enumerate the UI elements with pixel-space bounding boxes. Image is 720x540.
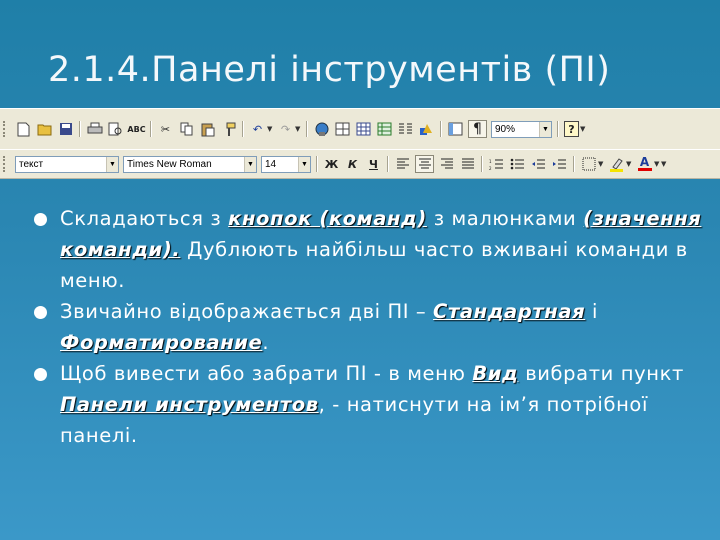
- spelling-icon[interactable]: ABC: [127, 121, 145, 137]
- align-left-icon[interactable]: [394, 156, 411, 172]
- decrease-indent-icon[interactable]: [530, 156, 547, 172]
- save-icon[interactable]: [57, 121, 74, 137]
- separator: [387, 156, 389, 172]
- format-painter-icon[interactable]: [220, 121, 237, 137]
- separator: [440, 121, 442, 137]
- align-center-icon[interactable]: [415, 155, 434, 173]
- highlight-icon[interactable]: [608, 156, 625, 172]
- show-hide-paragraph-icon[interactable]: ¶: [468, 120, 487, 138]
- print-preview-icon[interactable]: [107, 121, 124, 137]
- justify-icon[interactable]: [459, 156, 476, 172]
- bullet-text: Звичайно відображається дві ПІ –: [60, 300, 434, 323]
- drawing-icon[interactable]: [418, 121, 435, 137]
- font-color-swatch: [637, 168, 652, 171]
- bullet-text: Щоб вивести або забрати ПІ - в меню: [60, 362, 473, 385]
- svg-text:1: 1: [489, 159, 492, 164]
- font-size-select[interactable]: 14 ▼: [261, 155, 311, 173]
- emphasis-text: Форматирование: [60, 331, 263, 354]
- style-select[interactable]: текст ▼: [15, 155, 119, 173]
- highlight-dropdown-arrow[interactable]: ▼: [626, 160, 634, 168]
- separator: [150, 121, 152, 137]
- toolbar-options-arrow[interactable]: ▼: [661, 160, 669, 168]
- bullet-item: Звичайно відображається дві ПІ – Стандар…: [34, 296, 704, 358]
- open-folder-icon[interactable]: [36, 121, 53, 137]
- svg-text:2: 2: [489, 166, 492, 171]
- chevron-down-icon[interactable]: ▼: [244, 156, 256, 172]
- columns-icon[interactable]: [397, 121, 414, 137]
- font-size-value: 14: [265, 158, 277, 170]
- emphasis-text: Панели инструментов: [60, 393, 319, 416]
- new-document-icon[interactable]: [15, 121, 32, 137]
- align-right-icon[interactable]: [438, 156, 455, 172]
- help-icon[interactable]: ?: [564, 121, 579, 137]
- italic-button[interactable]: К: [344, 156, 361, 172]
- font-color-icon[interactable]: A: [636, 156, 653, 172]
- emphasis-text: Вид: [472, 362, 519, 385]
- bold-button[interactable]: Ж: [323, 156, 340, 172]
- increase-indent-icon[interactable]: [551, 156, 568, 172]
- formatting-toolbar: текст ▼ Times New Roman ▼ 14 ▼ Ж К Ч 1 2…: [0, 149, 720, 179]
- redo-icon[interactable]: ↷: [277, 121, 294, 137]
- redo-dropdown-arrow[interactable]: ▼: [295, 125, 303, 133]
- separator: [242, 121, 244, 137]
- bullet-text: вибрати пункт: [518, 362, 684, 385]
- chevron-down-icon[interactable]: ▼: [298, 156, 310, 172]
- tables-borders-icon[interactable]: [334, 121, 351, 137]
- numbering-icon[interactable]: 12: [488, 156, 505, 172]
- style-value: текст: [19, 158, 44, 170]
- undo-icon[interactable]: ↶: [249, 121, 266, 137]
- separator: [306, 121, 308, 137]
- bullet-dot: [34, 368, 47, 381]
- toolbar-grip[interactable]: [3, 121, 9, 137]
- standard-toolbar: ABC ✂ ↶ ▼ ↷ ▼ ¶ 90% ▼ ? ▼: [0, 108, 720, 150]
- bullet-text: і: [585, 300, 599, 323]
- separator: [557, 121, 559, 137]
- borders-icon[interactable]: [580, 156, 597, 172]
- bullet-dot: [34, 213, 47, 226]
- emphasis-text: Стандартная: [433, 300, 586, 323]
- slide: 2.1.4.Панелі інструментів (ПІ) ABC ✂ ↶ ▼…: [0, 0, 720, 540]
- bullet-dot: [34, 306, 47, 319]
- copy-icon[interactable]: [178, 121, 195, 137]
- zoom-select[interactable]: 90% ▼: [491, 120, 552, 138]
- print-icon[interactable]: [86, 121, 103, 137]
- separator: [316, 156, 318, 172]
- insert-table-icon[interactable]: [355, 121, 372, 137]
- hyperlink-icon[interactable]: [313, 121, 330, 137]
- underline-button[interactable]: Ч: [365, 156, 382, 172]
- font-select[interactable]: Times New Roman ▼: [123, 155, 257, 173]
- bullet-text: .: [262, 331, 270, 354]
- bullet-text: з малюнками: [426, 207, 584, 230]
- font-value: Times New Roman: [127, 158, 212, 170]
- bullets-icon[interactable]: [509, 156, 526, 172]
- separator: [79, 121, 81, 137]
- document-map-icon[interactable]: [447, 121, 464, 137]
- bullet-list: Складаються з кнопок (команд) з малюнкам…: [34, 203, 704, 451]
- font-color-letter: A: [639, 155, 650, 169]
- bullet-text: Складаються з: [60, 207, 229, 230]
- toolbar-options-arrow[interactable]: ▼: [580, 125, 588, 133]
- toolbar-grip[interactable]: [3, 156, 9, 172]
- undo-dropdown-arrow[interactable]: ▼: [267, 125, 275, 133]
- zoom-value: 90%: [495, 123, 516, 135]
- separator: [481, 156, 483, 172]
- bullet-item: Щоб вивести або забрати ПІ - в меню Вид …: [34, 358, 704, 451]
- chevron-down-icon[interactable]: ▼: [539, 121, 551, 137]
- insert-excel-icon[interactable]: [376, 121, 393, 137]
- bullet-item: Складаються з кнопок (команд) з малюнкам…: [34, 203, 704, 296]
- cut-icon[interactable]: ✂: [157, 121, 174, 137]
- slide-title: 2.1.4.Панелі інструментів (ПІ): [48, 50, 611, 90]
- paste-icon[interactable]: [199, 121, 216, 137]
- chevron-down-icon[interactable]: ▼: [106, 156, 118, 172]
- separator: [573, 156, 575, 172]
- borders-dropdown-arrow[interactable]: ▼: [598, 160, 606, 168]
- emphasis-text: кнопок (команд): [228, 207, 427, 230]
